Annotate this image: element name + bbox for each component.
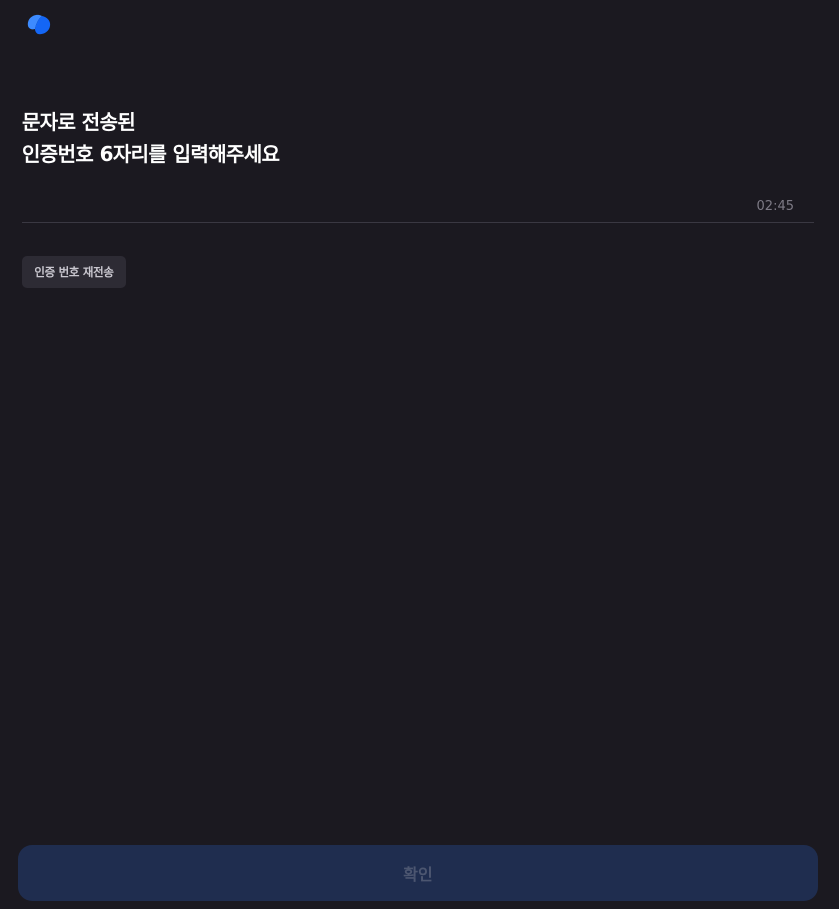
verification-code-field: 02:45 bbox=[22, 190, 814, 223]
title-line-2: 인증번호 6자리를 입력해주세요 bbox=[22, 142, 280, 166]
resend-code-button[interactable]: 인증 번호 재전송 bbox=[22, 256, 126, 288]
page-title: 문자로 전송된 인증번호 6자리를 입력해주세요 bbox=[22, 106, 280, 170]
verification-code-input[interactable] bbox=[22, 190, 742, 221]
countdown-timer: 02:45 bbox=[756, 199, 794, 214]
title-line-1: 문자로 전송된 bbox=[22, 110, 136, 134]
confirm-button[interactable]: 확인 bbox=[18, 845, 818, 901]
brand-logo-icon bbox=[27, 14, 51, 35]
